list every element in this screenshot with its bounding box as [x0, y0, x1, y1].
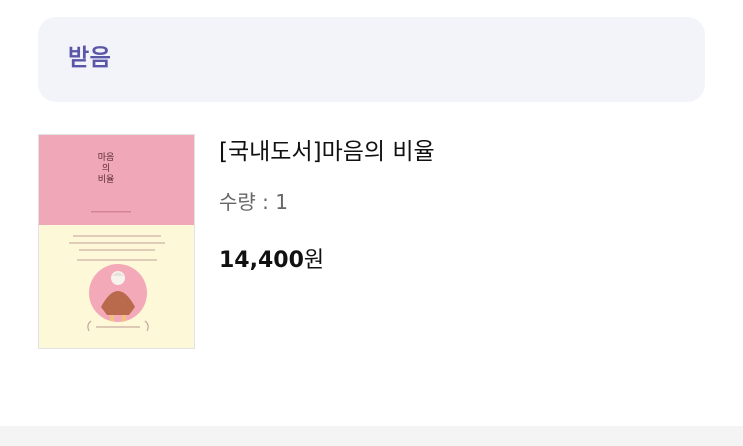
price-unit: 원: [303, 248, 325, 273]
price: 14,400원: [219, 246, 324, 276]
bottom-divider: [0, 426, 743, 446]
cover-illustration: [69, 211, 165, 332]
order-status-box: 받음: [38, 17, 705, 102]
order-status-label: 받음: [68, 45, 112, 71]
quantity-text: 수량 : 1: [219, 190, 288, 214]
book-cover-image[interactable]: 마음의 비율: [38, 134, 195, 349]
price-value: 14,400: [219, 248, 304, 273]
product-name[interactable]: [국내도서]마음의 비율: [219, 136, 435, 168]
